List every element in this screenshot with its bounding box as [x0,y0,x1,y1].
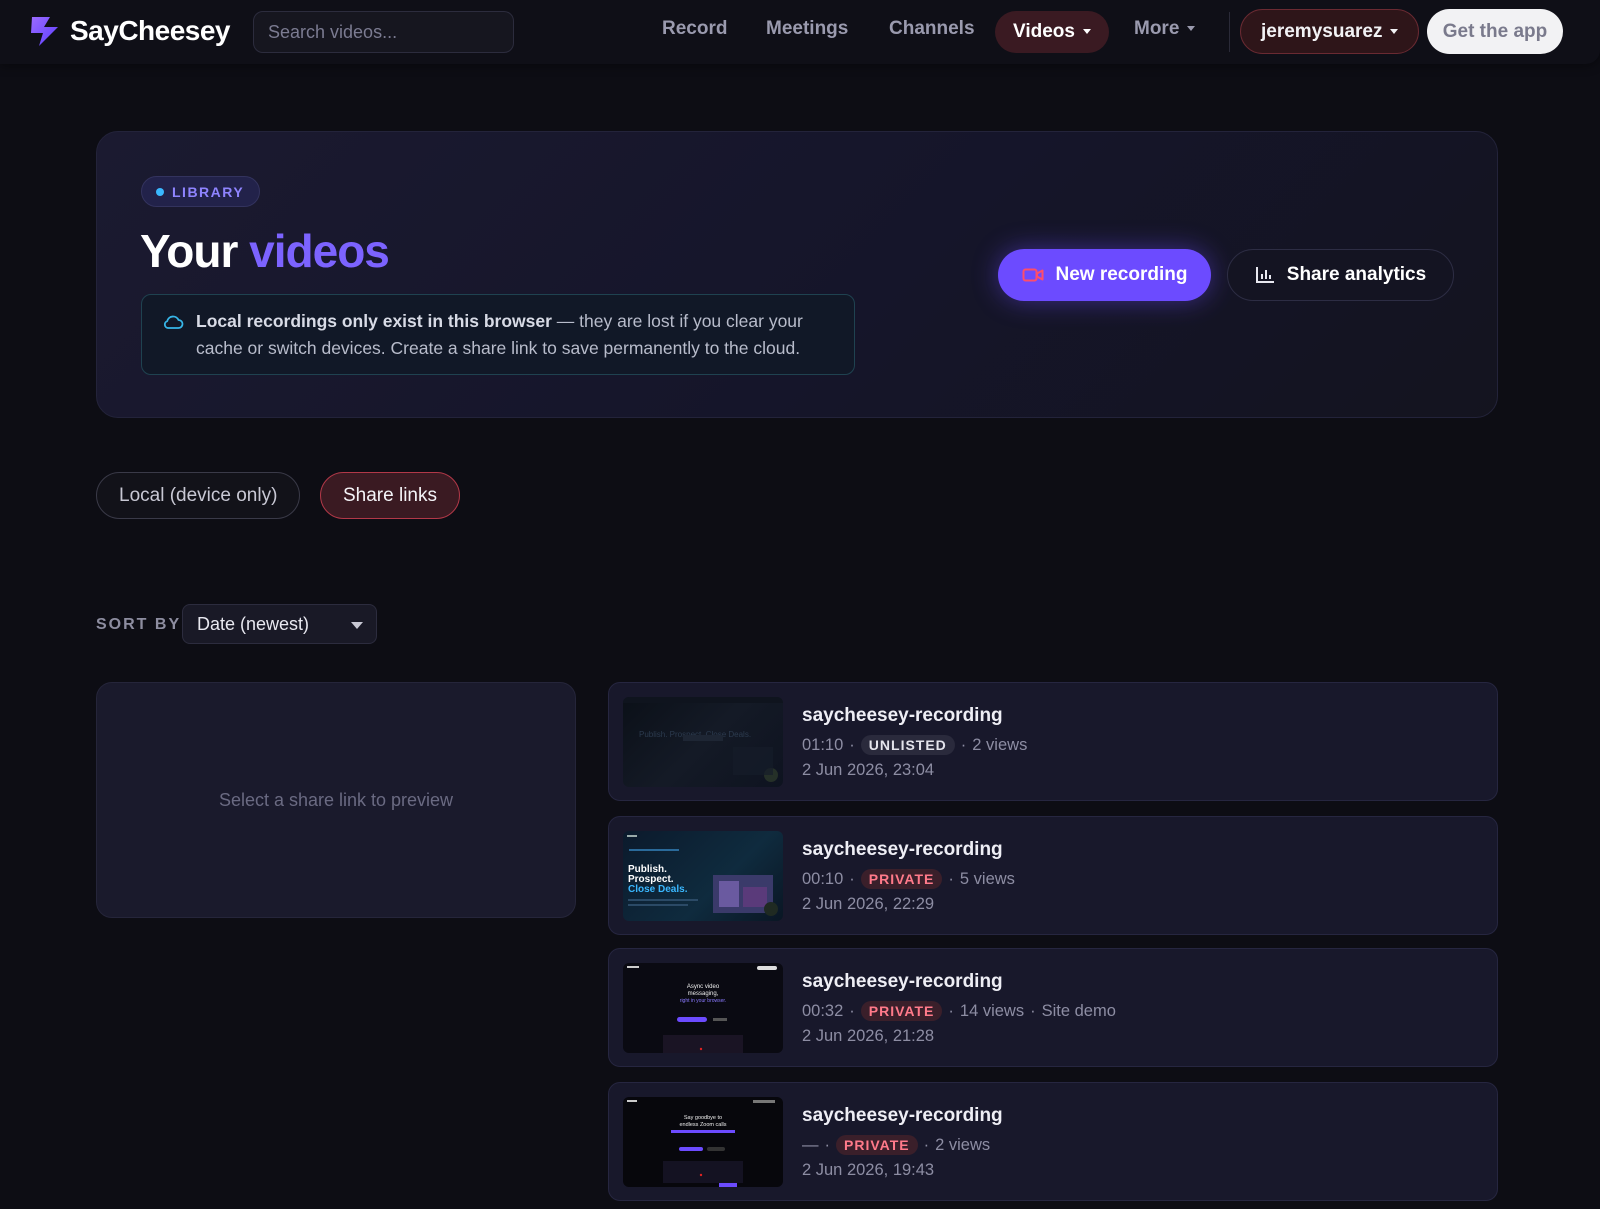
library-hero-card: LIBRARY Your videos Local recordings onl… [96,131,1498,418]
title-accent: videos [249,225,390,277]
nav-more-label: More [1134,18,1180,39]
video-meta: — · PRIVATE · 2 views [802,1135,990,1155]
library-badge: LIBRARY [141,176,261,207]
meta-separator: · [923,1135,930,1154]
video-views: 5 views [959,869,1015,888]
video-camera-icon [1022,268,1043,282]
visibility-badge: PRIVATE [860,869,943,889]
video-duration: — [802,1135,819,1154]
nav-divider [1229,12,1230,52]
video-date: 2 Jun 2026, 23:04 [802,761,935,779]
video-duration: 01:10 [802,735,844,754]
meta-separator: · [849,735,855,754]
video-date: 2 Jun 2026, 21:28 [802,1027,935,1045]
video-meta: 00:10 · PRIVATE · 5 views [802,869,1015,889]
video-date: 2 Jun 2026, 19:43 [802,1161,935,1179]
meta-separator: · [849,1001,855,1020]
video-extra: Site demo [1041,1001,1116,1020]
sort-value: Date (newest) [197,613,310,634]
cloud-icon [163,315,184,329]
video-duration: 00:32 [802,1001,844,1020]
video-meta: 00:32 · PRIVATE · 14 views · Site demo [802,1001,1116,1021]
video-duration: 00:10 [802,869,844,888]
video-thumbnail[interactable]: Say goodbye to endless Zoom calls [623,1097,783,1187]
thumb-3-line-2: messaging, [688,991,719,997]
chevron-down-icon [1390,29,1399,34]
nav-more[interactable]: More [1134,18,1196,40]
share-analytics-button[interactable]: Share analytics [1227,249,1454,301]
video-thumbnail[interactable]: Async video messaging, right in your bro… [623,963,783,1053]
preview-empty-text: Select a share link to preview [218,789,454,810]
filter-local-tab[interactable]: Local (device only) [96,472,301,519]
page-title: Your videos [140,224,390,278]
new-recording-button[interactable]: New recording [998,249,1211,301]
meta-separator: · [849,869,855,888]
sort-select[interactable]: Date (newest) [182,604,377,644]
video-title[interactable]: saycheesey-recording [802,705,1003,727]
video-date: 2 Jun 2026, 22:29 [802,895,935,913]
video-title[interactable]: saycheesey-recording [802,1105,1003,1127]
top-navigation-bar: SayCheesey Record Meetings Channels Vide… [0,0,1600,64]
video-views: 2 views [972,735,1028,754]
notice-bold: Local recordings only exist in this brow… [196,311,552,331]
meta-separator: · [960,735,967,754]
lightning-logo-icon [31,17,58,46]
nav-channels[interactable]: Channels [889,18,975,40]
visibility-badge: UNLISTED [860,735,955,755]
meta-separator: · [948,1001,954,1020]
thumb-4-line-1: Say goodbye to [684,1115,722,1121]
video-list-item[interactable]: Say goodbye to endless Zoom calls sayche… [608,1082,1498,1201]
user-menu-button[interactable]: jeremysuarez [1240,9,1420,54]
get-app-button[interactable]: Get the app [1427,9,1563,54]
video-title[interactable]: saycheesey-recording [802,839,1003,861]
nav-videos[interactable]: Videos [995,11,1109,53]
thumbnail-preview-image: Publish. Prospect. Close Deals. [627,835,778,916]
local-storage-notice: Local recordings only exist in this brow… [141,294,855,375]
nav-meetings[interactable]: Meetings [766,18,848,40]
thumb-3-line-1: Async video [687,984,720,990]
visibility-badge: PRIVATE [860,1001,943,1021]
video-thumbnail[interactable]: Publish. Prospect. Close Deals. [623,697,783,787]
video-views: 14 views [959,1001,1025,1020]
app-logo[interactable]: SayCheesey [28,14,231,48]
chevron-down-icon [1187,26,1196,32]
meta-separator: · [948,869,954,888]
preview-panel: Select a share link to preview [96,682,576,918]
thumbnail-preview-image: Publish. Prospect. Close Deals. [623,697,783,782]
thumb-2-accent: Close Deals. [628,884,688,895]
bar-chart-icon [1255,267,1274,283]
thumb-3-line-3: right in your browser. [680,998,726,1004]
thumb-4-line-2: endless Zoom calls [679,1122,726,1128]
chevron-down-icon [1082,29,1091,35]
nav-videos-label: Videos [1013,21,1075,42]
video-list-item[interactable]: Publish. Prospect. Close Deals. saychees… [608,682,1498,801]
meta-separator: · [1030,1001,1036,1020]
video-views: 2 views [935,1135,991,1154]
badge-label: LIBRARY [172,183,245,200]
badge-dot-icon [156,187,164,196]
video-list-item[interactable]: Async video messaging, right in your bro… [608,948,1498,1067]
search-input[interactable] [268,21,500,43]
video-title[interactable]: saycheesey-recording [802,971,1003,993]
title-plain: Your [140,225,250,277]
dropdown-arrow-icon [351,622,363,629]
share-analytics-label: Share analytics [1286,264,1427,285]
filter-share-links-tab[interactable]: Share links [320,472,460,519]
thumbnail-preview-image: Say goodbye to endless Zoom calls [627,1100,775,1187]
search-box [253,11,514,53]
video-thumbnail[interactable]: Publish. Prospect. Close Deals. [623,831,783,921]
thumbnail-preview-image: Async video messaging, right in your bro… [627,966,777,1053]
meta-separator: · [824,1135,831,1154]
sort-label: SORT BY [96,616,182,633]
new-recording-label: New recording [1055,264,1188,285]
visibility-badge: PRIVATE [836,1135,918,1155]
app-name: SayCheesey [70,15,231,46]
video-meta: 01:10 · UNLISTED · 2 views [802,735,1027,755]
username: jeremysuarez [1261,20,1383,42]
nav-record[interactable]: Record [662,18,727,40]
video-list-item[interactable]: Publish. Prospect. Close Deals. saychees… [608,816,1498,935]
